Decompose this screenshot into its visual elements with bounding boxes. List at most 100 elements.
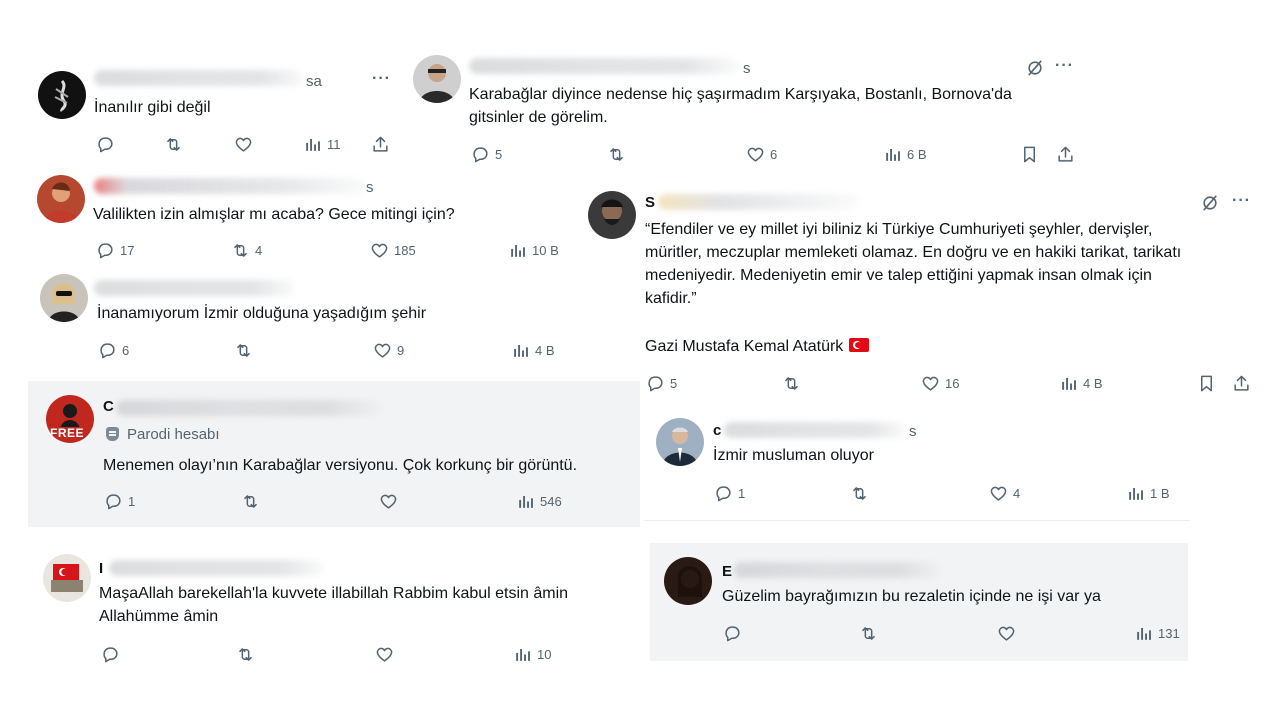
views-button[interactable]: 6 B: [883, 145, 927, 164]
retweet-button[interactable]: [164, 135, 188, 154]
bookmark-button[interactable]: [1020, 145, 1039, 164]
avatar[interactable]: [656, 418, 704, 466]
like-button[interactable]: 9: [373, 341, 404, 360]
reply-icon: [106, 494, 121, 510]
reply-icon: [716, 486, 731, 502]
post-card-1: sa ··· İnanılır gibi değil 11: [28, 58, 408, 168]
heart-icon: [235, 137, 252, 152]
like-button[interactable]: 6: [746, 145, 777, 164]
turkey-flag-icon: [849, 338, 870, 352]
like-button[interactable]: 4: [989, 484, 1020, 503]
views-button[interactable]: 10 B: [508, 241, 559, 260]
post-card-2: s ··· Karabağlar diyince nedense hiç şaş…: [405, 46, 1085, 176]
more-icon[interactable]: ···: [1232, 192, 1251, 210]
avatar[interactable]: [664, 557, 712, 605]
reply-button[interactable]: 1: [714, 484, 745, 503]
person-photo: [43, 182, 79, 223]
parody-icon: [106, 427, 119, 441]
post-text-line-2: müritler, meczuplar memleketi olamaz. En…: [645, 244, 1182, 261]
more-icon[interactable]: ···: [372, 70, 391, 88]
views-button[interactable]: 11: [303, 135, 341, 154]
retweet-icon: [237, 344, 250, 357]
like-button[interactable]: [997, 624, 1021, 643]
retweet-button[interactable]: [782, 374, 806, 393]
views-button[interactable]: 4 B: [1059, 374, 1103, 393]
person-photo: [662, 427, 698, 466]
retweet-icon: [244, 495, 257, 508]
post-text-line-1: “Efendiler ve ey millet iyi biliniz ki T…: [645, 221, 1153, 238]
post-signature: Gazi Mustafa Kemal Atatürk: [645, 335, 870, 358]
post-card-9: E Güzelim bayrağımızın bu rezaletin için…: [650, 543, 1188, 661]
grok-icon[interactable]: [1025, 58, 1045, 78]
retweet-button[interactable]: [241, 492, 265, 511]
display-name[interactable]: I: [99, 560, 103, 577]
like-button[interactable]: [234, 135, 258, 154]
blurred-username: [469, 58, 739, 74]
blurred-username: [734, 562, 940, 578]
avatar[interactable]: [43, 554, 91, 602]
views-icon: [306, 138, 320, 151]
avatar[interactable]: [413, 55, 461, 103]
like-button[interactable]: 185: [370, 241, 416, 260]
grok-icon[interactable]: [1200, 193, 1220, 213]
display-name[interactable]: E: [722, 563, 732, 580]
share-button[interactable]: [371, 135, 390, 154]
views-button[interactable]: 1 B: [1126, 484, 1170, 503]
flag-photo: [51, 564, 83, 592]
share-button[interactable]: [1056, 145, 1075, 164]
logo-icon: [54, 79, 69, 113]
reply-button[interactable]: [101, 645, 125, 664]
more-icon[interactable]: ···: [1055, 57, 1074, 75]
reply-button[interactable]: [96, 135, 120, 154]
like-button[interactable]: [379, 492, 403, 511]
views-button[interactable]: 4 B: [511, 341, 555, 360]
views-button[interactable]: 10: [513, 645, 551, 664]
retweet-button[interactable]: 4: [231, 241, 262, 260]
post-text-line-1: Karabağlar diyince nedense hiç şaşırmadı…: [469, 86, 1012, 103]
reply-icon: [100, 343, 115, 359]
post-text-line-3: medeniyedir. Medeniyetin emir ve talep e…: [645, 267, 1152, 284]
display-name[interactable]: C: [103, 398, 114, 415]
views-button[interactable]: 131: [1134, 624, 1180, 643]
retweet-button[interactable]: [236, 645, 260, 664]
retweet-button[interactable]: [234, 341, 258, 360]
heart-icon: [990, 486, 1007, 501]
share-button[interactable]: [1232, 374, 1251, 393]
share-icon: [1058, 146, 1073, 162]
retweet-icon: [167, 138, 180, 151]
bookmark-icon: [1023, 146, 1036, 163]
retweet-button[interactable]: [859, 624, 883, 643]
post-card-5: İnanamıyorum İzmir olduğuna yaşadığım şe…: [28, 268, 580, 372]
views-icon: [1137, 627, 1151, 640]
reply-icon: [648, 376, 663, 392]
avatar[interactable]: [38, 71, 86, 119]
reply-button[interactable]: 5: [646, 374, 677, 393]
avatar[interactable]: FREE: [46, 395, 94, 443]
heart-icon: [998, 626, 1015, 641]
reply-button[interactable]: 6: [98, 341, 129, 360]
post-text: İnanılır gibi değil: [94, 99, 211, 116]
avatar[interactable]: [37, 175, 85, 223]
post-text-line-4: kafidir.”: [645, 290, 697, 307]
avatar[interactable]: [588, 191, 636, 239]
retweet-icon: [239, 648, 252, 661]
post-text-line-2: Allahümme âmin: [99, 608, 219, 625]
avatar[interactable]: [40, 274, 88, 322]
retweet-icon: [234, 244, 247, 257]
reply-button[interactable]: 5: [471, 145, 502, 164]
person-photo: [419, 64, 455, 103]
reply-button[interactable]: 17: [96, 241, 134, 260]
signature-text: Gazi Mustafa Kemal Atatürk: [645, 338, 844, 355]
blurred-username: [94, 178, 366, 194]
retweet-button[interactable]: [607, 145, 631, 164]
post-card-7: c s İzmir musluman oluyor 1 4 1 B: [644, 410, 1190, 521]
bookmark-button[interactable]: [1197, 374, 1216, 393]
like-button[interactable]: [375, 645, 399, 664]
like-button[interactable]: 16: [921, 374, 959, 393]
views-button[interactable]: 546: [516, 492, 562, 511]
reply-button[interactable]: 1: [104, 492, 135, 511]
display-name[interactable]: S: [645, 194, 655, 211]
reply-button[interactable]: [723, 624, 747, 643]
retweet-button[interactable]: [850, 484, 874, 503]
display-name[interactable]: c: [713, 422, 721, 439]
